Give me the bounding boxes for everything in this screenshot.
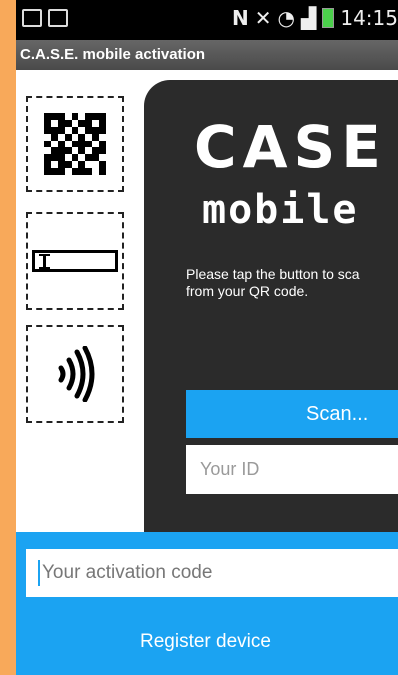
instruction-line-2: from your QR code.	[186, 283, 309, 299]
activation-code-field[interactable]: Your activation code	[26, 549, 398, 597]
text-cursor	[38, 560, 40, 586]
text-field-option[interactable]	[26, 212, 124, 310]
clock: 14:15	[340, 6, 398, 30]
scan-button[interactable]: Scan...	[186, 390, 398, 438]
mute-icon: ✕	[254, 6, 272, 30]
register-device-button[interactable]: Register device	[16, 617, 398, 667]
footer: Your activation code Register device	[16, 532, 398, 675]
nfc-option[interactable]	[26, 325, 124, 423]
nfc-contactless-icon	[58, 346, 95, 402]
instruction-line-1: Please tap the button to sca	[186, 266, 360, 282]
signal-icon: ▟	[300, 6, 317, 30]
nfc-icon: N	[232, 6, 249, 30]
qr-code-icon	[44, 113, 106, 175]
phone-screen: N ✕ ◔ ▟ 14:15 C.A.S.E. mobile activation	[16, 0, 398, 675]
status-bar: N ✕ ◔ ▟ 14:15	[16, 0, 398, 40]
text-field-icon	[32, 250, 118, 272]
logo-case: CASE	[194, 113, 387, 181]
sidebar	[16, 70, 141, 530]
activation-panel: CASE mobile Please tap the button to sca…	[144, 80, 398, 550]
status-right: N ✕ ◔ ▟ 14:15	[232, 6, 398, 30]
image-notification-icon	[22, 9, 42, 27]
bag-notification-icon	[48, 9, 68, 27]
instruction-text: Please tap the button to sca from your Q…	[186, 266, 398, 300]
wifi-icon: ◔	[277, 6, 295, 30]
qr-code-option[interactable]	[26, 96, 124, 192]
logo-mobile: mobile	[202, 187, 359, 233]
notification-icons	[22, 9, 68, 27]
battery-icon	[322, 8, 335, 28]
id-field[interactable]: Your ID	[186, 445, 398, 494]
activation-code-placeholder: Your activation code	[42, 562, 213, 583]
main-content: CASE mobile Please tap the button to sca…	[16, 70, 398, 675]
app-title: C.A.S.E. mobile activation	[16, 40, 398, 70]
